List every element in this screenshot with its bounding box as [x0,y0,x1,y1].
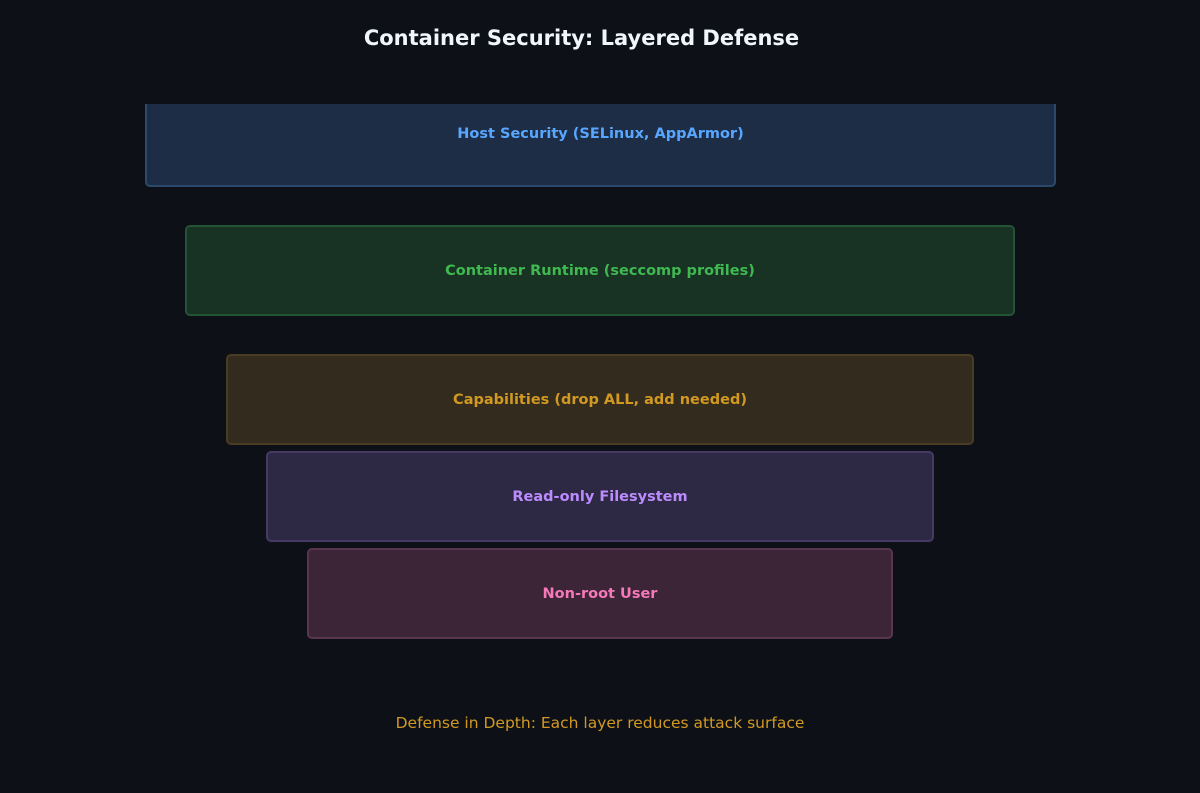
layer-non-root-user-label: Non-root User [542,585,658,602]
diagram-canvas: Container Security: Layered Defense Host… [0,0,1200,793]
footer-caption: Defense in Depth: Each layer reduces att… [395,714,805,732]
layer-host-security-label: Host Security (SELinux, AppArmor) [457,126,744,142]
layer-read-only-filesystem: Read-only Filesystem [266,451,934,542]
layer-non-root-user: Non-root User [307,548,893,639]
layer-capabilities: Capabilities (drop ALL, add needed) [226,354,974,445]
layer-host-security: Host Security (SELinux, AppArmor) [145,104,1056,187]
layer-read-only-filesystem-label: Read-only Filesystem [512,488,688,505]
layer-capabilities-label: Capabilities (drop ALL, add needed) [453,391,747,408]
layer-container-runtime: Container Runtime (seccomp profiles) [185,225,1015,316]
layer-container-runtime-label: Container Runtime (seccomp profiles) [445,262,755,279]
diagram-title: Container Security: Layered Defense [363,26,800,50]
